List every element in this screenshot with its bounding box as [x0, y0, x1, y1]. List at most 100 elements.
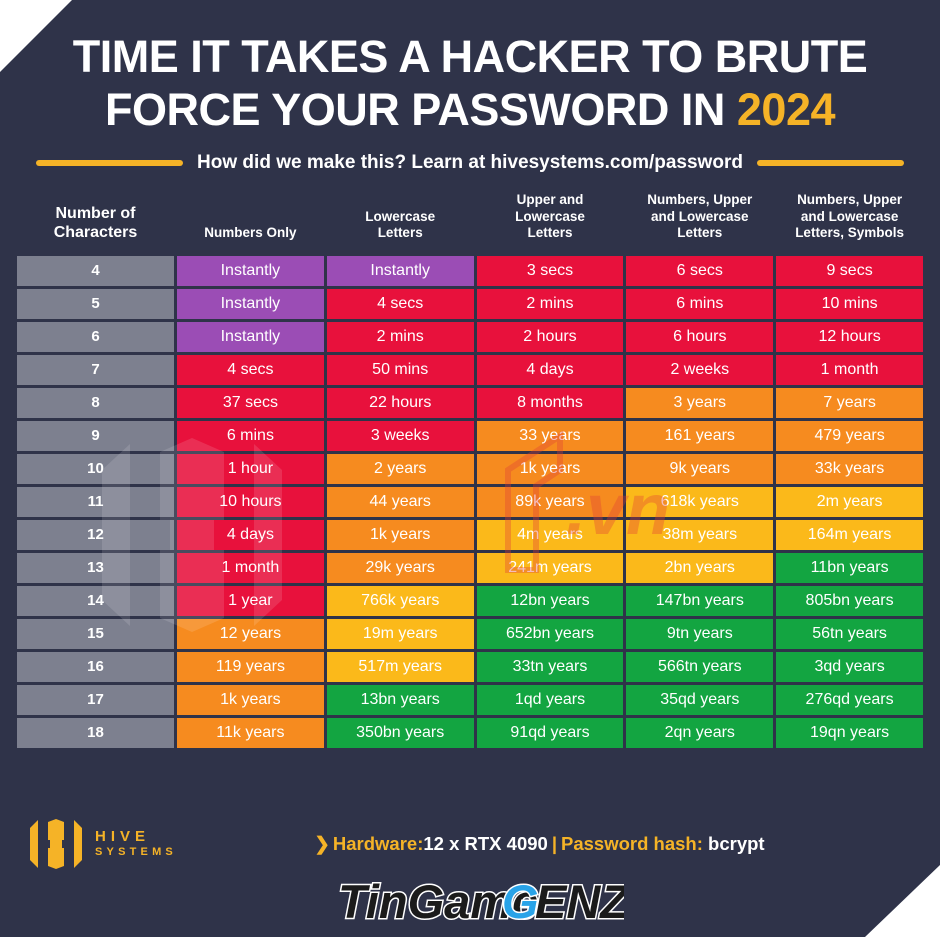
title-line-1: TIME IT TAKES A HACKER TO BRUTE — [72, 31, 868, 82]
crack-time-cell: 9k years — [626, 453, 774, 484]
password-hash-label: Password hash: — [561, 832, 703, 854]
crack-time-cell: 12bn years — [476, 585, 624, 616]
table-row: 4 Instantly Instantly 3 secs 6 secs 9 secs — [17, 255, 923, 286]
subtitle-row: How did we make this? Learn at hivesyste… — [36, 152, 904, 174]
crack-time-cell: 3 secs — [476, 255, 624, 286]
crack-time-cell: 1 year — [177, 585, 324, 616]
row-character-count: 15 — [17, 618, 174, 649]
crack-time-cell: 7 years — [776, 387, 923, 418]
title-line-2-prefix: FORCE YOUR PASSWORD IN — [105, 84, 737, 135]
crack-time-cell: 4 days — [177, 519, 324, 550]
crack-time-cell: 4 secs — [177, 354, 324, 385]
column-header-numbers-upper-lowercase-symbols: Numbers, Upper and Lowercase Letters, Sy… — [795, 192, 904, 240]
row-character-count: 16 — [17, 651, 174, 682]
title-year: 2024 — [736, 84, 836, 135]
crack-time-cell: 22 hours — [326, 387, 474, 418]
crack-time-cell: 56tn years — [776, 618, 923, 649]
table-row: 96 mins 3 weeks 33 years 161 years 479 years — [17, 420, 923, 451]
infographic-poster: TIME IT TAKES A HACKER TO BRUTE FORCE YO… — [0, 0, 940, 937]
footer-separator: | — [551, 832, 558, 854]
table-row: 5 Instantly 4 secs 2 mins 6 mins 10 mins — [17, 288, 923, 319]
row-character-count: 6 — [17, 321, 174, 352]
crack-time-cell: 89k years — [476, 486, 624, 517]
row-character-count: 18 — [17, 717, 174, 748]
table-header-row: Number of Characters Numbers Only Lowerc… — [17, 192, 923, 250]
hive-systems-logo: HIVE SYSTEMS — [28, 818, 177, 870]
crack-time-cell: 618k years — [626, 486, 774, 517]
page-title: TIME IT TAKES A HACKER TO BRUTE — [28, 30, 912, 83]
crack-time-cell: 161 years — [626, 420, 774, 451]
logo-hive-word: HIVE — [95, 828, 151, 846]
table-row: 18 11k years 350bn years 91qd years 2qn year… — [17, 717, 923, 748]
crack-time-cell: 517m years — [326, 651, 474, 682]
row-character-count: 4 — [17, 255, 174, 286]
page-title-line-2: FORCE YOUR PASSWORD IN 2024 — [28, 83, 912, 136]
table-row: 8 37 secs 22 hours 8 months 3 years 7 years — [17, 387, 923, 418]
hive-hexagon-logo-icon — [30, 818, 82, 869]
crack-time-cell: 33k years — [776, 453, 923, 484]
crack-time-cell: 3 weeks — [326, 420, 474, 451]
crack-time-cell: 652bn years — [476, 618, 624, 649]
crack-time-cell: 2bn years — [626, 552, 774, 583]
crack-time-cell: Instantly — [177, 288, 324, 319]
row-character-count: 13 — [17, 552, 174, 583]
crack-time-cell: 6 hours — [626, 321, 774, 352]
crack-time-cell: 8 months — [476, 387, 624, 418]
crack-time-cell: 479 years — [776, 420, 923, 451]
row-character-count: 17 — [17, 684, 174, 715]
crack-time-cell: 10 mins — [776, 288, 923, 319]
table-row: 14 1 year 766k years 12bn years 147bn years 8… — [17, 585, 923, 616]
crack-time-cell: 4 secs — [326, 288, 474, 319]
row-character-count: 5 — [17, 288, 174, 319]
table-row: 15 12 years 19m years 652bn years 9tn years 5… — [17, 618, 923, 649]
crack-time-cell: 4m years — [476, 519, 624, 550]
table-row: 16 119 years 517m years 33tn years 566tn yea… — [17, 651, 923, 682]
chevron-right-icon: ❯ — [314, 832, 330, 854]
crack-time-cell: 119 years — [177, 651, 324, 682]
crack-time-cell: 38m years — [626, 519, 774, 550]
password-hash-value: bcrypt — [708, 832, 765, 854]
crack-time-cell: 766k years — [326, 585, 474, 616]
crack-time-cell: 29k years — [326, 552, 474, 583]
crack-time-cell: 12 hours — [776, 321, 923, 352]
poster-footer: HIVE SYSTEMS ❯ Hardware:12 x RTX 4090 | Pas… — [16, 751, 924, 937]
crack-time-cell: 3qd years — [776, 651, 923, 682]
hive-logo-text: HIVE SYSTEMS — [95, 828, 177, 859]
crack-time-cell: 1k years — [326, 519, 474, 550]
table-row: 10 1 hour 2 years 1k years 9k years 33k years — [17, 453, 923, 484]
crack-time-cell: 6 secs — [626, 255, 774, 286]
crack-time-cell: 35qd years — [626, 684, 774, 715]
crack-time-cell: 11k years — [177, 717, 324, 748]
table-row: 11 10 hours 44 years 89k years 618k years 2m … — [17, 486, 923, 517]
crack-time-cell: 1k years — [476, 453, 624, 484]
crack-time-cell: 19m years — [326, 618, 474, 649]
crack-time-cell: Instantly — [177, 321, 324, 352]
row-character-count: 7 — [17, 354, 174, 385]
crack-time-cell: 12 years — [177, 618, 324, 649]
column-header-upper-and-lowercase-letters: Upper and Lowercase Letters — [515, 192, 585, 240]
crack-time-cell: 4 days — [476, 354, 624, 385]
crack-time-cell: 2 years — [326, 453, 474, 484]
crack-time-cell: 11bn years — [776, 552, 923, 583]
table-row: 12 4 days 1k years 4m years 38m years 164m ye… — [17, 519, 923, 550]
poster-header: TIME IT TAKES A HACKER TO BRUTE FORCE YO… — [16, 0, 924, 174]
crack-time-cell: 33tn years — [476, 651, 624, 682]
crack-time-cell: 1 month — [177, 552, 324, 583]
crack-time-cell: 91qd years — [476, 717, 624, 748]
logo-systems-word: SYSTEMS — [95, 846, 177, 859]
row-character-count: 10 — [17, 453, 174, 484]
column-header-lowercase-letters: Lowercase Letters — [365, 208, 436, 241]
row-character-count: 11 — [17, 486, 174, 517]
crack-time-cell: 2m years — [776, 486, 923, 517]
crack-time-cell: 805bn years — [776, 585, 923, 616]
crack-time-cell: 2 mins — [326, 321, 474, 352]
crack-time-cell: 6 mins — [177, 420, 324, 451]
crack-time-cell: 44 years — [326, 486, 474, 517]
crack-time-cell: 164m years — [776, 519, 923, 550]
crack-time-cell: 9 secs — [776, 255, 923, 286]
table-row: 13 1 month 29k years 241m years 2bn years 11b… — [17, 552, 923, 583]
crack-time-cell: 13bn years — [326, 684, 474, 715]
column-header-numbers-upper-lowercase-letters: Numbers, Upper and Lowercase Letters — [647, 192, 753, 240]
crack-time-cell: 276qd years — [776, 684, 923, 715]
crack-time-cell: 19qn years — [776, 717, 923, 748]
